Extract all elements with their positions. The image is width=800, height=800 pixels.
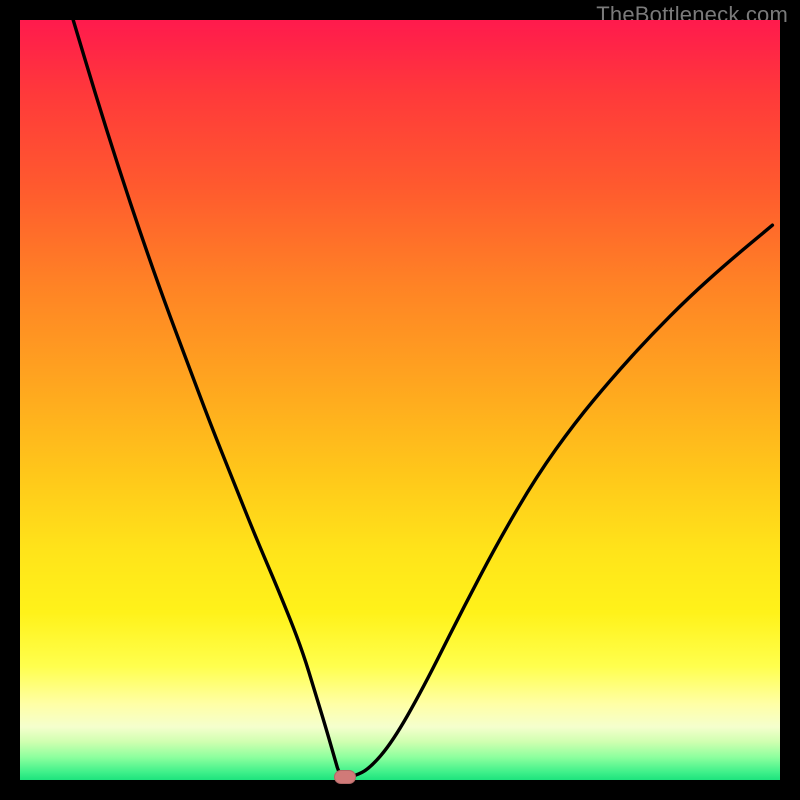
chart-frame: TheBottleneck.com (0, 0, 800, 800)
optimal-point-marker (334, 770, 356, 784)
curve-svg (20, 20, 780, 780)
bottleneck-curve (73, 20, 772, 776)
plot-area (20, 20, 780, 780)
